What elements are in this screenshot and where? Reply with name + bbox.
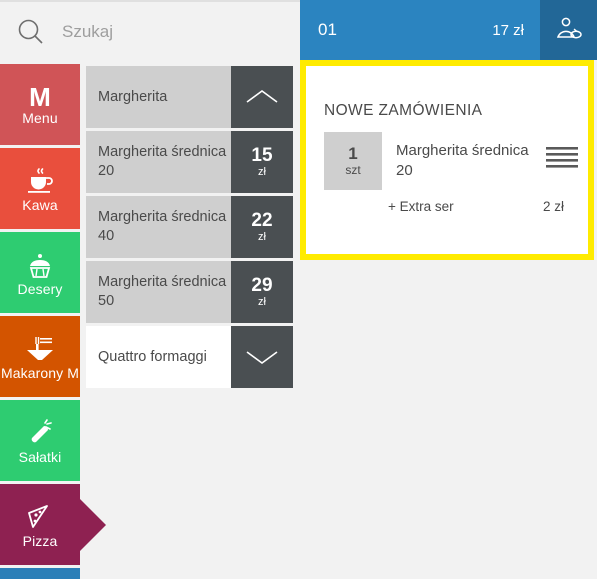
order-header[interactable]: 01 17 zł bbox=[300, 0, 597, 60]
pasta-bowl-icon bbox=[24, 333, 56, 363]
sidebar-item-label: Sałatki bbox=[18, 448, 62, 465]
letter-m-icon: M bbox=[29, 82, 51, 112]
sidebar-item-makarony[interactable]: Makarony M bbox=[0, 316, 80, 397]
product-expand-toggle[interactable] bbox=[231, 66, 293, 128]
product-list: Margherita Margherita średnica 20 15 zł … bbox=[86, 66, 293, 391]
carrot-icon bbox=[25, 417, 55, 447]
product-currency: zł bbox=[258, 166, 266, 178]
product-row[interactable]: Margherita średnica 40 22 zł bbox=[86, 196, 293, 258]
product-name: Quattro formaggi bbox=[86, 326, 231, 388]
selected-indicator-arrow bbox=[80, 498, 106, 551]
sidebar-item-label: Pizza bbox=[22, 532, 58, 549]
product-name: Margherita bbox=[86, 66, 231, 128]
chevron-down-icon bbox=[246, 351, 278, 364]
coffee-cup-icon bbox=[25, 165, 55, 195]
product-name: Margherita średnica 20 bbox=[86, 131, 231, 193]
product-price: 22 bbox=[251, 210, 273, 231]
quantity-box[interactable]: 1 szt bbox=[324, 132, 382, 190]
product-price: 15 bbox=[251, 145, 273, 166]
product-price-box[interactable]: 29 zł bbox=[231, 261, 293, 323]
product-row[interactable]: Margherita średnica 50 29 zł bbox=[86, 261, 293, 323]
sidebar-item-pizza[interactable]: Pizza bbox=[0, 484, 106, 565]
new-orders-card: NOWE ZAMÓWIENIA 1 szt Margherita średnic… bbox=[300, 60, 594, 260]
pizza-slice-icon bbox=[25, 501, 55, 531]
list-handle-icon[interactable] bbox=[536, 132, 588, 170]
product-name: Margherita średnica 40 bbox=[86, 196, 231, 258]
order-total: 17 zł bbox=[492, 21, 524, 39]
product-currency: zł bbox=[258, 231, 266, 243]
product-price: 29 bbox=[251, 275, 273, 296]
sidebar-item-label: Kawa bbox=[22, 196, 58, 213]
order-item-modifier[interactable]: + Extra ser 2 zł bbox=[306, 190, 588, 214]
sidebar-item-salatki[interactable]: Sałatki bbox=[0, 400, 80, 481]
search-bar bbox=[0, 0, 300, 62]
quantity-value: 1 bbox=[348, 144, 358, 163]
order-line-item[interactable]: 1 szt Margherita średnica 20 bbox=[306, 120, 588, 190]
section-title: NOWE ZAMÓWIENIA bbox=[324, 102, 483, 119]
modifier-price: 2 zł bbox=[542, 199, 564, 214]
product-price-box[interactable]: 15 zł bbox=[231, 131, 293, 193]
search-input[interactable] bbox=[62, 22, 262, 42]
product-row[interactable]: Margherita średnica 20 15 zł bbox=[86, 131, 293, 193]
product-currency: zł bbox=[258, 296, 266, 308]
search-icon[interactable] bbox=[0, 1, 62, 63]
order-number: 01 bbox=[318, 20, 337, 39]
sidebar-item-label: Desery bbox=[17, 280, 63, 297]
cupcake-icon bbox=[25, 249, 55, 279]
modifier-name: + Extra ser bbox=[388, 199, 454, 214]
product-row[interactable]: Margherita bbox=[86, 66, 293, 128]
product-price-box[interactable]: 22 zł bbox=[231, 196, 293, 258]
sidebar-item-desery[interactable]: Desery bbox=[0, 232, 80, 313]
pos-app-screen: M Menu Kawa bbox=[0, 0, 597, 579]
product-name: Margherita średnica 50 bbox=[86, 261, 231, 323]
sidebar-item-menu[interactable]: M Menu bbox=[0, 64, 80, 145]
sidebar-item-next[interactable] bbox=[0, 568, 80, 579]
chevron-up-icon bbox=[246, 90, 278, 103]
sidebar-item-label: Menu bbox=[22, 110, 58, 126]
order-item-name: Margherita średnica 20 bbox=[396, 142, 529, 179]
sidebar-item-kawa[interactable]: Kawa bbox=[0, 148, 80, 229]
quantity-unit: szt bbox=[345, 163, 361, 177]
product-expand-toggle[interactable] bbox=[231, 326, 293, 388]
sidebar-item-label: Makarony M bbox=[0, 364, 80, 381]
waiter-icon[interactable] bbox=[540, 0, 597, 60]
product-row[interactable]: Quattro formaggi bbox=[86, 326, 293, 388]
